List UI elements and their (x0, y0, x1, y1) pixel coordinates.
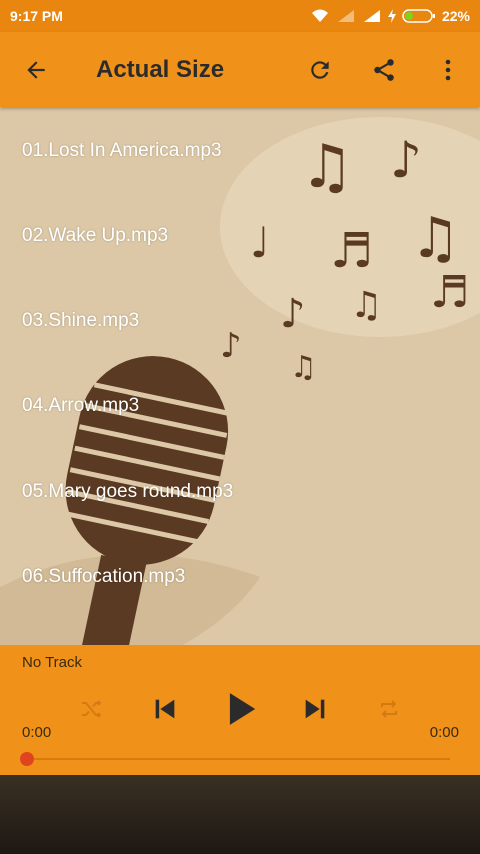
track-list: ♫ ♪ ♩ ♬ ♫ ♪ ♫ ♬ ♪ ♫ 01.Lost In America.m… (0, 107, 480, 645)
signal-icon-1 (337, 10, 354, 22)
repeat-button[interactable] (364, 693, 414, 725)
page-title: Actual Size (96, 55, 225, 83)
svg-text:♫: ♫ (350, 285, 382, 326)
back-button[interactable] (0, 32, 72, 107)
svg-text:♫: ♫ (410, 206, 460, 271)
track-item[interactable]: 01.Lost In America.mp3 (22, 140, 222, 162)
play-icon (229, 693, 256, 725)
duration-time: 0:00 (429, 724, 459, 741)
refresh-icon (311, 60, 329, 79)
charging-icon (387, 9, 396, 23)
status-time: 9:17 PM (10, 8, 63, 24)
seek-knob[interactable] (20, 752, 34, 766)
shuffle-icon (82, 700, 102, 718)
status-icons: 22% (310, 8, 470, 24)
next-icon (305, 699, 325, 719)
next-button[interactable] (290, 693, 340, 725)
track-item[interactable]: 05.Mary goes round.mp3 (22, 481, 233, 503)
background-microphone-art: ♫ ♪ ♩ ♬ ♫ ♪ ♫ ♬ ♪ ♫ (0, 107, 480, 645)
signal-icon-2 (363, 10, 380, 22)
back-arrow-icon (27, 60, 45, 79)
share-button[interactable] (352, 32, 416, 107)
refresh-button[interactable] (288, 32, 352, 107)
repeat-icon (381, 700, 397, 718)
svg-text:♪: ♪ (220, 326, 242, 366)
svg-text:♪: ♪ (280, 291, 306, 337)
status-bar: 9:17 PM 22% (0, 0, 480, 32)
shuffle-button[interactable] (66, 693, 116, 725)
now-playing-label: No Track (22, 654, 83, 671)
bottom-background (0, 775, 480, 854)
player-panel: No Track 0:00 0:00 (0, 645, 480, 775)
more-options-button[interactable] (416, 32, 480, 107)
play-button[interactable] (216, 693, 266, 725)
svg-text:♩: ♩ (250, 218, 270, 267)
more-vert-icon (445, 59, 451, 80)
svg-text:♫: ♫ (290, 350, 317, 385)
svg-text:♫: ♫ (300, 132, 354, 202)
track-item[interactable]: 03.Shine.mp3 (22, 310, 139, 332)
previous-button[interactable] (140, 693, 190, 725)
svg-text:♪: ♪ (390, 131, 422, 189)
battery-percent: 22% (441, 8, 470, 24)
app-bar: Actual Size (0, 32, 480, 107)
svg-text:♬: ♬ (430, 267, 469, 318)
wifi-icon (311, 9, 328, 22)
track-item[interactable]: 02.Wake Up.mp3 (22, 225, 168, 247)
track-item[interactable]: 04.Arrow.mp3 (22, 395, 139, 417)
battery-icon (402, 9, 435, 23)
track-item[interactable]: 06.Suffocation.mp3 (22, 566, 185, 588)
seek-bar[interactable] (28, 758, 450, 760)
share-icon (374, 58, 394, 81)
previous-icon (155, 699, 175, 719)
elapsed-time: 0:00 (22, 724, 52, 741)
svg-text:♬: ♬ (330, 223, 373, 279)
